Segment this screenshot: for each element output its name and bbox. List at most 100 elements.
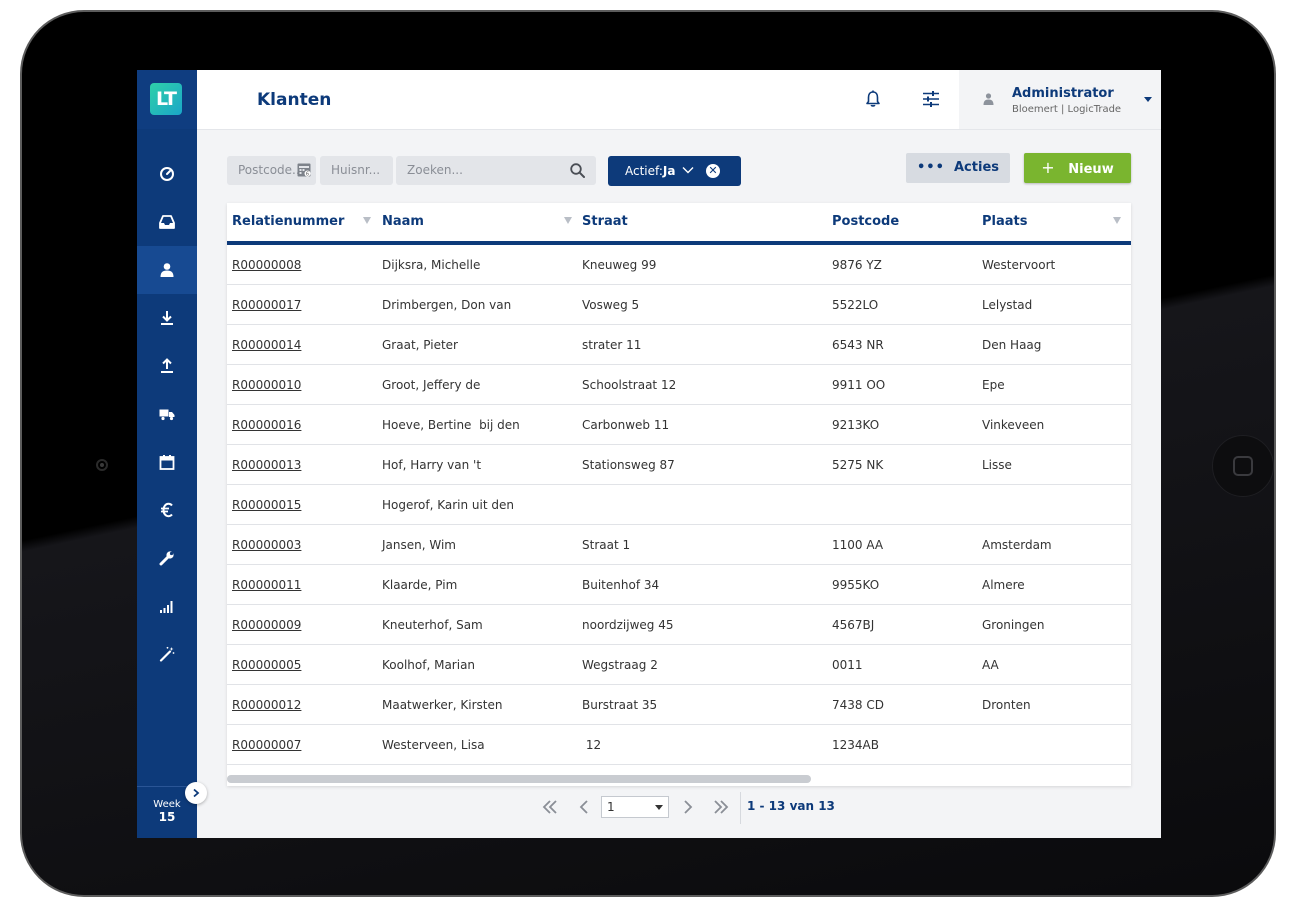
huisnr-field[interactable]: Huisnr... (320, 156, 393, 185)
table-row[interactable]: R00000009 Kneuterhof, Sam noordzijweg 45 45… (227, 605, 1131, 645)
plaats-cell: Dronten (982, 698, 1031, 712)
relatienummer-cell[interactable]: R00000015 (232, 498, 301, 512)
table-row[interactable]: R00000003 Jansen, Wim Straat 1 1100 AA Amste… (227, 525, 1131, 565)
camera (96, 459, 108, 471)
sidebar: LT Week 15 (137, 70, 207, 838)
chevron-right-icon (193, 788, 200, 798)
settings-sliders-icon[interactable] (922, 90, 940, 108)
next-page-icon[interactable] (679, 798, 697, 816)
straat-cell: Vosweg 5 (582, 298, 640, 312)
caret-down-icon (1144, 97, 1152, 102)
column-header-naam[interactable]: Naam (382, 214, 424, 229)
sidebar-item-inkomend[interactable] (137, 294, 197, 342)
sidebar-expand-button[interactable] (185, 782, 207, 804)
more-dots-icon: ••• (917, 160, 945, 175)
bell-icon[interactable] (864, 90, 882, 108)
table-row[interactable]: R00000011 Klaarde, Pim Buitenhof 34 9955KO A… (227, 565, 1131, 605)
postcode-field[interactable]: Postcode... 6 (227, 156, 316, 185)
sidebar-item-rapportage[interactable] (137, 582, 197, 630)
sidebar-item-wizard[interactable] (137, 630, 197, 678)
horizontal-scrollbar[interactable] (227, 775, 811, 783)
column-filter-icon[interactable] (363, 217, 371, 224)
page-select-value: 1 (607, 800, 615, 814)
sidebar-item-onderhoud[interactable] (137, 534, 197, 582)
table-row[interactable]: R00000014 Graat, Pieter strater 11 6543 NR D… (227, 325, 1131, 365)
page-select[interactable]: 1 (601, 796, 669, 818)
column-header-straat[interactable]: Straat (582, 214, 628, 229)
search-input[interactable]: Zoeken... (396, 156, 596, 185)
postcode-cell: 7438 CD (832, 698, 884, 712)
relatienummer-cell[interactable]: R00000012 (232, 698, 301, 712)
table-body: R00000008 Dijksra, Michelle Kneuweg 99 9876… (227, 245, 1131, 765)
relatienummer-cell[interactable]: R00000016 (232, 418, 301, 432)
page-title: Klanten (257, 90, 332, 110)
postcode-cell: 9876 YZ (832, 258, 882, 272)
home-button[interactable] (1212, 435, 1274, 497)
download-icon (161, 311, 173, 325)
sidebar-item-transport[interactable] (137, 390, 197, 438)
sidebar-nav (137, 150, 197, 678)
first-page-icon[interactable] (541, 798, 559, 816)
column-header-plaats[interactable]: Plaats (982, 214, 1027, 229)
chevron-down-icon[interactable] (682, 165, 694, 175)
actief-filter-chip[interactable]: Actief:Ja ✕ (608, 156, 741, 186)
acties-button[interactable]: ••• Acties (906, 153, 1010, 183)
table-row[interactable]: R00000013 Hof, Harry van 't Stationsweg 87… (227, 445, 1131, 485)
relatienummer-cell[interactable]: R00000013 (232, 458, 301, 472)
naam-cell: Graat, Pieter (382, 338, 458, 352)
sidebar-item-financieel[interactable] (137, 486, 197, 534)
user-menu[interactable]: Administrator Bloemert | LogicTrade (959, 70, 1161, 129)
home-square-icon (1233, 456, 1253, 476)
search-icon[interactable] (570, 163, 585, 178)
table-row[interactable]: R00000016 Hoeve, Bertine bij den Carbonweb… (227, 405, 1131, 445)
relatienummer-cell[interactable]: R00000005 (232, 658, 301, 672)
postcode-lookup-icon[interactable]: 6 (297, 163, 311, 177)
naam-cell: Maatwerker, Kirsten (382, 698, 503, 712)
postcode-cell: 0011 (832, 658, 863, 672)
inbox-icon (159, 215, 175, 229)
app-logo[interactable]: LT (150, 83, 182, 115)
relatienummer-cell[interactable]: R00000009 (232, 618, 301, 632)
table-row[interactable]: R00000017 Drimbergen, Don van Vosweg 5 5522… (227, 285, 1131, 325)
column-filter-icon[interactable] (564, 217, 572, 224)
relatienummer-cell[interactable]: R00000008 (232, 258, 301, 272)
naam-cell: Westerveen, Lisa (382, 738, 485, 752)
column-filter-icon[interactable] (1113, 217, 1121, 224)
relatienummer-cell[interactable]: R00000017 (232, 298, 301, 312)
table-row[interactable]: R00000007 Westerveen, Lisa 12 1234AB (227, 725, 1131, 765)
table-row[interactable]: R00000005 Koolhof, Marian Wegstraag 2 0011 A… (227, 645, 1131, 685)
relatienummer-cell[interactable]: R00000011 (232, 578, 301, 592)
last-page-icon[interactable] (712, 798, 730, 816)
postcode-cell: 1234AB (832, 738, 879, 752)
straat-cell: Carbonweb 11 (582, 418, 670, 432)
postcode-cell: 4567BJ (832, 618, 875, 632)
table-row[interactable]: R00000012 Maatwerker, Kirsten Burstraat 35… (227, 685, 1131, 725)
table-row[interactable]: R00000010 Groot, Jeffery de Schoolstraat 1… (227, 365, 1131, 405)
relatienummer-cell[interactable]: R00000007 (232, 738, 301, 752)
relatienummer-cell[interactable]: R00000014 (232, 338, 301, 352)
top-bar: Klanten Administrator Bloemert | LogicTr… (197, 70, 1161, 130)
user-avatar-icon (983, 93, 994, 105)
sidebar-item-klanten[interactable] (137, 246, 197, 294)
sidebar-item-planning[interactable] (137, 438, 197, 486)
table-row[interactable]: R00000008 Dijksra, Michelle Kneuweg 99 9876… (227, 245, 1131, 285)
week-number: 15 (158, 810, 176, 824)
column-header-postcode[interactable]: Postcode (832, 214, 899, 229)
table-row[interactable]: R00000015 Hogerof, Karin uit den (227, 485, 1131, 525)
previous-page-icon[interactable] (576, 798, 594, 816)
nieuw-button[interactable]: + Nieuw (1024, 153, 1131, 183)
plaats-cell: Epe (982, 378, 1005, 392)
plus-icon: + (1041, 158, 1055, 177)
column-header-relatienummer[interactable]: Relatienummer (232, 214, 344, 229)
sidebar-item-uitgaand[interactable] (137, 342, 197, 390)
sidebar-item-inbox[interactable] (137, 198, 197, 246)
acties-label: Acties (954, 160, 999, 175)
nieuw-label: Nieuw (1068, 162, 1114, 177)
plaats-cell: Den Haag (982, 338, 1042, 352)
sidebar-item-dashboard[interactable] (137, 150, 197, 198)
relatienummer-cell[interactable]: R00000003 (232, 538, 301, 552)
relatienummer-cell[interactable]: R00000010 (232, 378, 301, 392)
postcode-cell: 9955KO (832, 578, 880, 592)
clear-filter-icon[interactable]: ✕ (706, 164, 720, 178)
upload-icon (161, 358, 173, 373)
